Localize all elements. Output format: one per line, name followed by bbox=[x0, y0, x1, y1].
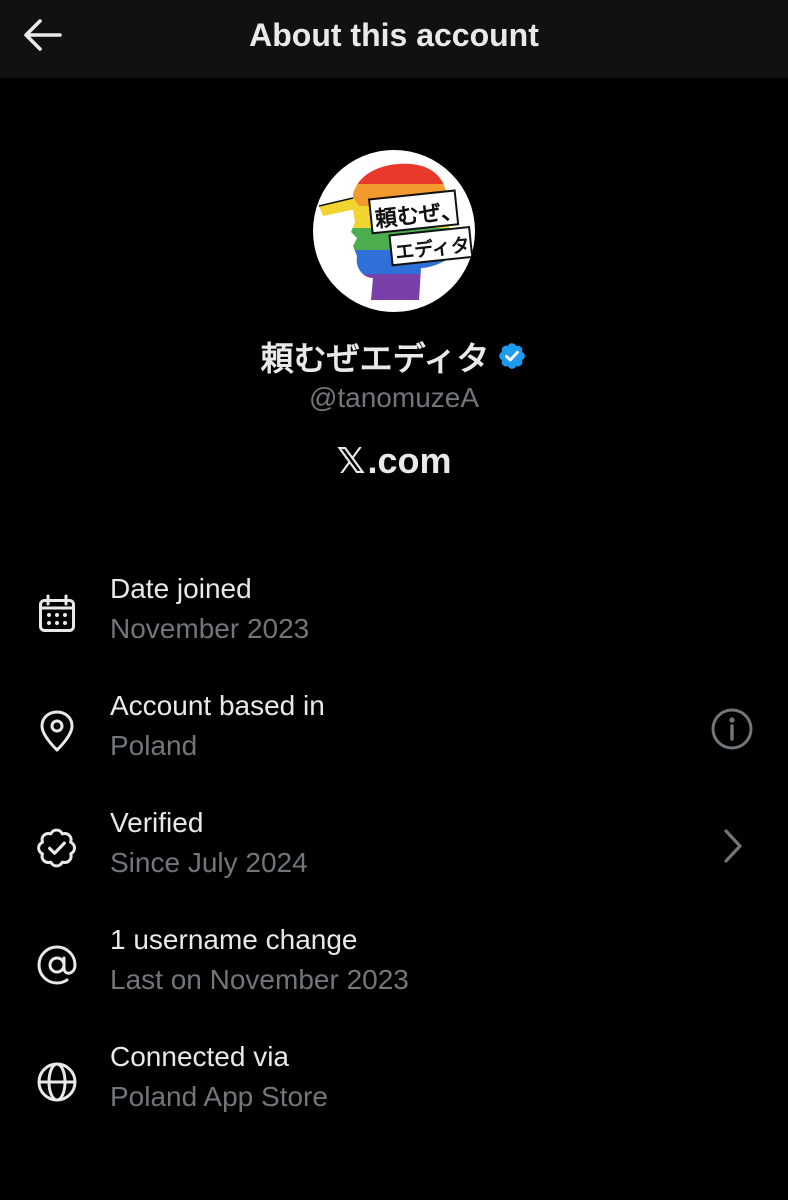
row-title: Date joined bbox=[110, 573, 252, 604]
avatar-logo-image: 頼むぜ、 エディタ bbox=[318, 163, 474, 300]
avatar[interactable]: 頼むぜ、 エディタ bbox=[313, 150, 475, 312]
display-name: 頼むぜエディタ bbox=[260, 339, 490, 378]
row-subtitle: Poland bbox=[110, 730, 198, 761]
row-title: Account based in bbox=[110, 690, 325, 721]
row-subtitle: Since July 2024 bbox=[110, 847, 308, 878]
username-handle: @tanomuzeA bbox=[308, 382, 480, 413]
x-logo-icon: 𝕏 bbox=[336, 440, 366, 482]
chevron-right-icon bbox=[724, 829, 742, 863]
calendar-icon bbox=[33, 590, 81, 638]
top-bar: About this account bbox=[0, 0, 788, 78]
at-sign-icon bbox=[33, 941, 81, 989]
info-row-verified[interactable]: Verified Since July 2024 bbox=[0, 804, 788, 904]
info-button[interactable] bbox=[706, 703, 758, 755]
row-subtitle: November 2023 bbox=[110, 613, 310, 644]
verified-badge-outline-icon bbox=[33, 824, 81, 872]
profile-name-row: 頼むぜエディタ bbox=[0, 334, 788, 378]
location-pin-icon bbox=[33, 707, 81, 755]
info-row-connected-via: Connected via Poland App Store bbox=[0, 1038, 788, 1138]
row-title: Connected via bbox=[110, 1041, 290, 1072]
verified-details-button[interactable] bbox=[706, 820, 758, 872]
info-row-account-based-in: Account based in Poland bbox=[0, 687, 788, 787]
row-subtitle: Last on November 2023 bbox=[110, 964, 409, 995]
info-icon bbox=[711, 708, 753, 750]
info-row-username-change: 1 username change Last on November 2023 bbox=[0, 921, 788, 1021]
platform-label: 𝕏 .com bbox=[0, 438, 788, 484]
row-subtitle: Poland App Store bbox=[110, 1081, 328, 1112]
platform-domain: .com bbox=[367, 440, 452, 481]
page-title: About this account bbox=[249, 17, 539, 53]
row-title: Verified bbox=[110, 807, 204, 838]
verified-badge-icon bbox=[499, 343, 526, 369]
row-title: 1 username change bbox=[110, 924, 358, 955]
info-row-date-joined: Date joined November 2023 bbox=[0, 570, 788, 670]
globe-icon bbox=[33, 1058, 81, 1106]
